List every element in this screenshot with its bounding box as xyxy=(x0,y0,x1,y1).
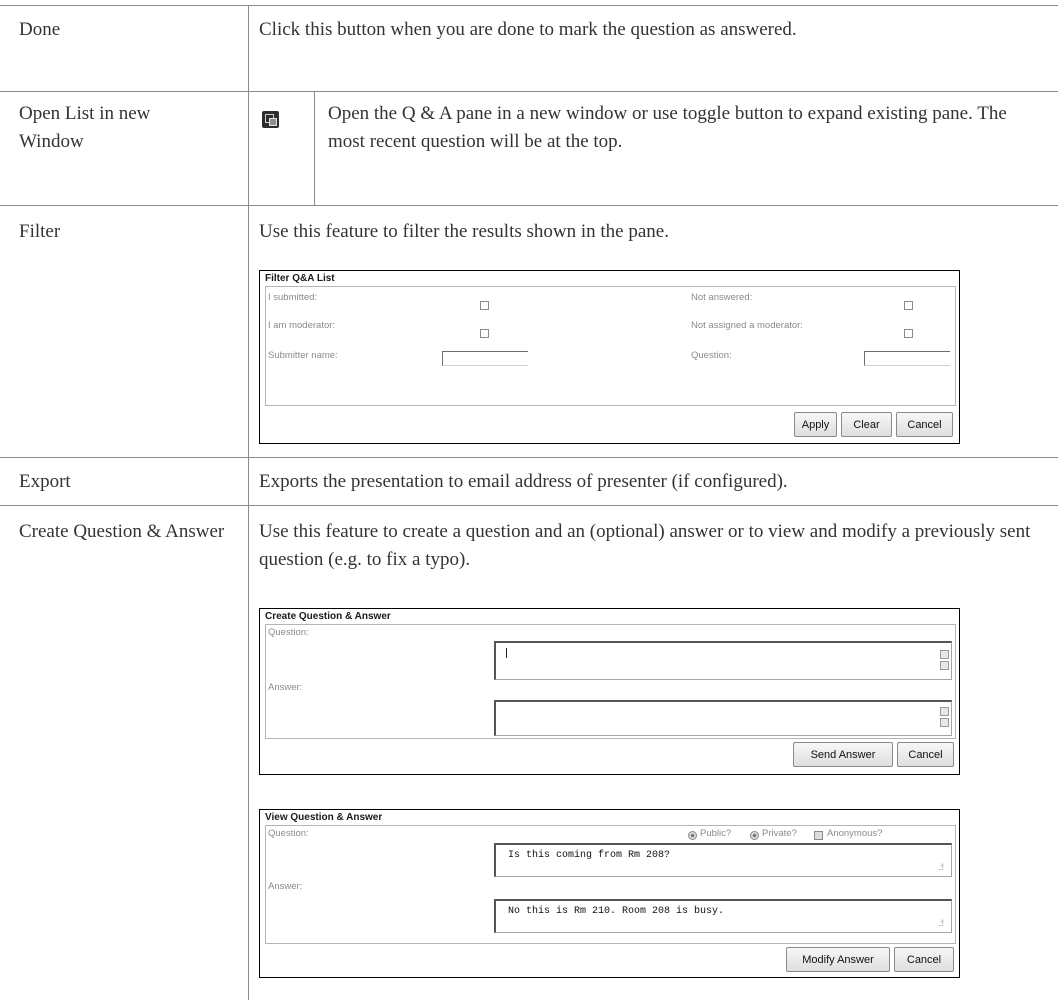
answer-label: Answer: xyxy=(268,682,303,693)
anonymous-checkbox[interactable] xyxy=(814,831,823,840)
not-answered-label: Not answered: xyxy=(691,292,753,303)
dialog-title: Create Question & Answer xyxy=(265,611,391,622)
not-assigned-checkbox[interactable] xyxy=(904,329,913,338)
row-description-open-list: Open the Q & A pane in a new window or u… xyxy=(328,103,1007,152)
question-input[interactable] xyxy=(864,351,950,366)
dialog-title: View Question & Answer xyxy=(265,812,383,823)
column-divider xyxy=(314,91,315,205)
question-textarea[interactable]: Is this coming from Rm 208? .:! xyxy=(494,843,952,877)
question-label: Question: xyxy=(691,350,732,361)
row-label-open-list: Open List in new Window xyxy=(19,103,151,152)
send-answer-button[interactable]: Send Answer xyxy=(793,742,893,767)
i-am-moderator-checkbox[interactable] xyxy=(480,329,489,338)
not-assigned-label: Not assigned a moderator: xyxy=(691,320,803,331)
answer-label: Answer: xyxy=(268,881,303,892)
cancel-button[interactable]: Cancel xyxy=(896,412,953,437)
scroll-down-button[interactable] xyxy=(940,661,949,670)
i-am-moderator-label: I am moderator: xyxy=(268,320,336,331)
new-window-icon xyxy=(262,111,279,128)
i-submitted-label: I submitted: xyxy=(268,292,318,303)
row-label-filter: Filter xyxy=(19,221,61,242)
filter-dialog: Filter Q&A List I submitted: Not answere… xyxy=(259,270,960,444)
view-qa-dialog: View Question & Answer Question: Public?… xyxy=(259,809,960,978)
private-radio[interactable] xyxy=(750,831,759,840)
i-submitted-checkbox[interactable] xyxy=(480,301,489,310)
private-label: Private? xyxy=(762,828,797,839)
question-textarea[interactable] xyxy=(494,641,952,680)
submitter-name-label: Submitter name: xyxy=(268,350,338,361)
cancel-button[interactable]: Cancel xyxy=(897,742,954,767)
row-divider xyxy=(0,457,1058,458)
row-description-create-qa: Use this feature to create a question an… xyxy=(259,521,1031,570)
row-label-export: Export xyxy=(19,471,71,492)
question-label: Question: xyxy=(268,627,309,638)
question-label: Question: xyxy=(268,828,309,839)
apply-button[interactable]: Apply xyxy=(794,412,837,437)
create-qa-dialog: Create Question & Answer Question: Answe… xyxy=(259,608,960,775)
answer-textarea[interactable] xyxy=(494,700,952,736)
not-answered-checkbox[interactable] xyxy=(904,301,913,310)
row-divider xyxy=(0,505,1058,506)
resize-grip-icon[interactable]: .:! xyxy=(938,918,943,928)
dialog-title: Filter Q&A List xyxy=(265,273,335,284)
modify-answer-button[interactable]: Modify Answer xyxy=(786,947,890,972)
row-description-filter: Use this feature to filter the results s… xyxy=(259,221,669,242)
public-label: Public? xyxy=(700,828,732,839)
anonymous-label: Anonymous? xyxy=(827,828,883,839)
dialog-body xyxy=(265,286,956,406)
row-divider xyxy=(0,5,1058,6)
answer-textarea[interactable]: No this is Rm 210. Room 208 is busy. .:! xyxy=(494,899,952,933)
scroll-up-button[interactable] xyxy=(940,650,949,659)
submitter-name-input[interactable] xyxy=(442,351,528,366)
row-label-create-qa: Create Question & Answer xyxy=(19,521,225,542)
answer-text: No this is Rm 210. Room 208 is busy. xyxy=(508,906,725,917)
cancel-button[interactable]: Cancel xyxy=(894,947,954,972)
resize-grip-icon[interactable]: .:! xyxy=(938,862,943,872)
text-cursor xyxy=(506,648,507,658)
question-text: Is this coming from Rm 208? xyxy=(508,850,671,861)
column-divider xyxy=(248,5,249,1000)
row-label-done: Done xyxy=(19,19,61,40)
public-radio[interactable] xyxy=(688,831,697,840)
row-divider xyxy=(0,91,1058,92)
row-description-export: Exports the presentation to email addres… xyxy=(259,471,788,492)
row-description-done: Click this button when you are done to m… xyxy=(259,19,797,40)
scroll-up-button[interactable] xyxy=(940,707,949,716)
row-divider xyxy=(0,205,1058,206)
scroll-down-button[interactable] xyxy=(940,718,949,727)
clear-button[interactable]: Clear xyxy=(841,412,892,437)
